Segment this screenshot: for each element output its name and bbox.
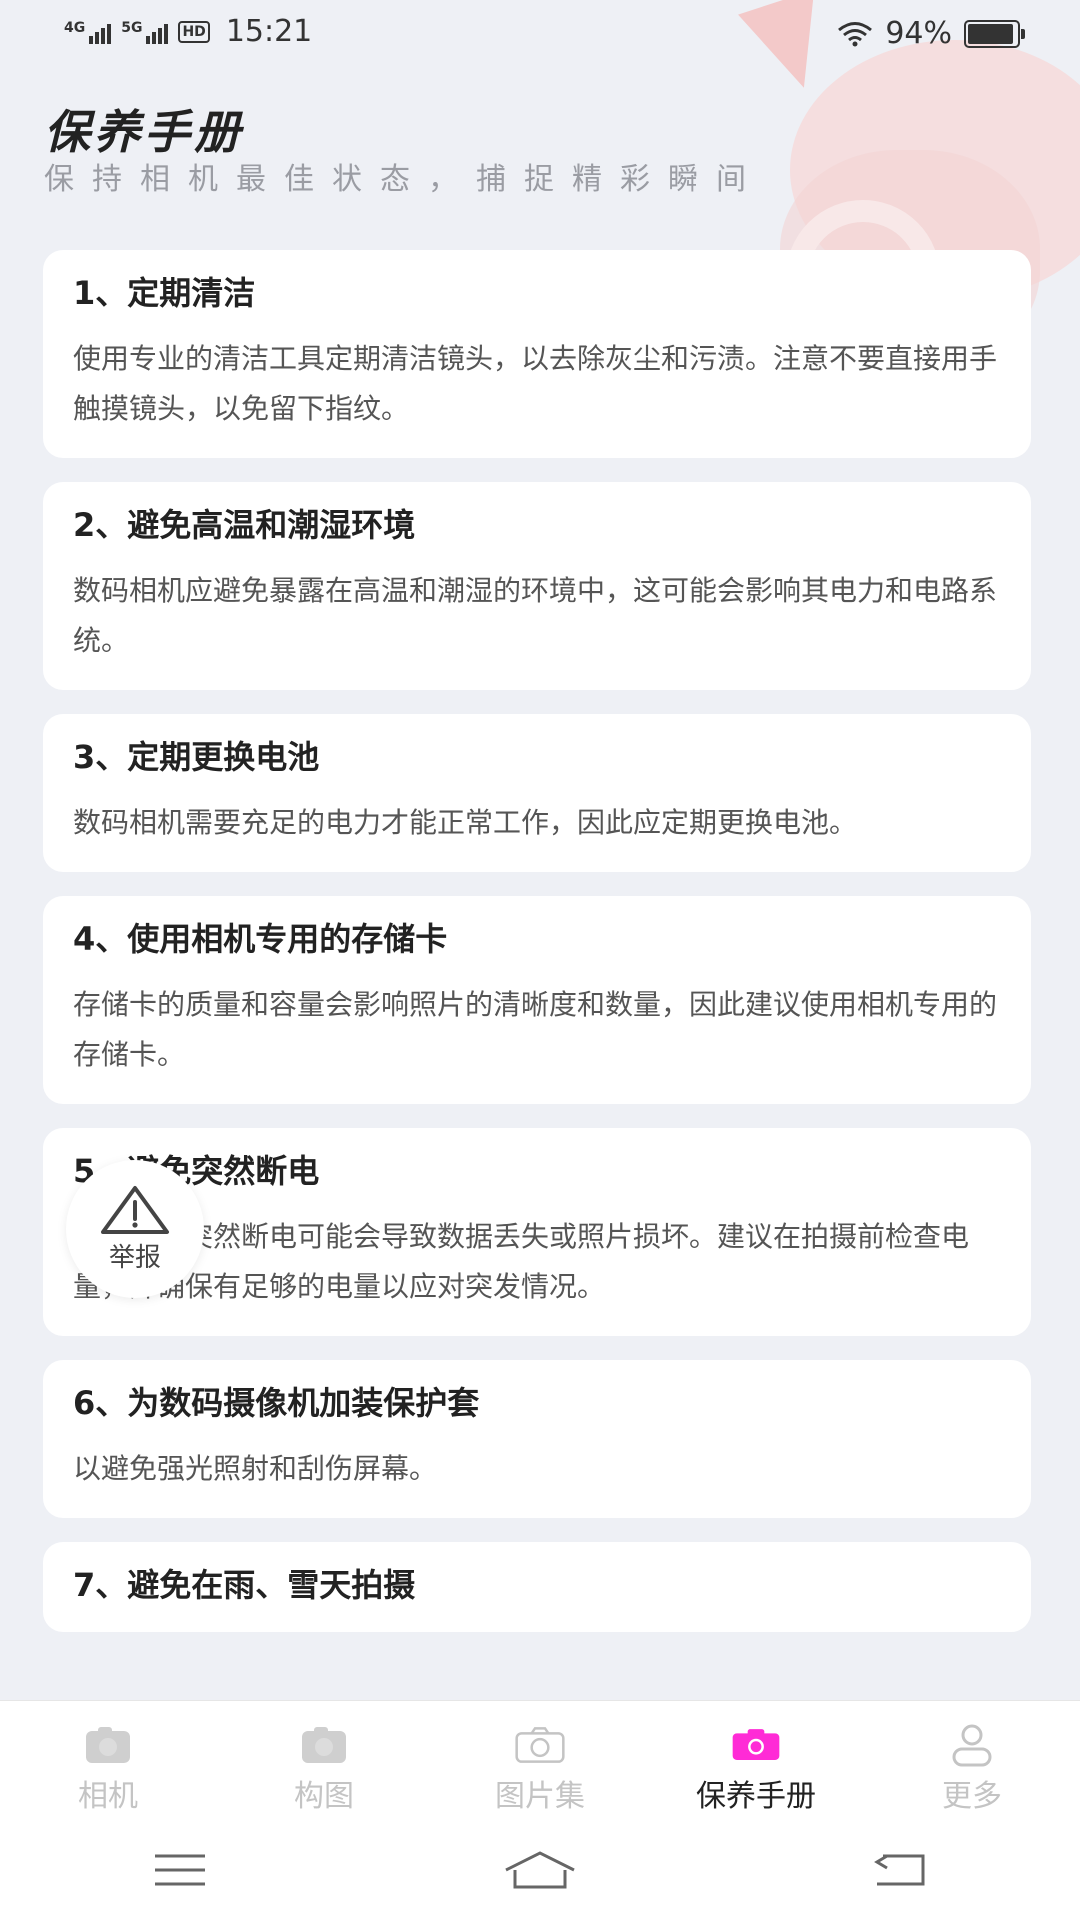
camera-outline-icon	[515, 1725, 565, 1765]
system-nav-bar	[0, 1820, 1080, 1920]
tip-body: 数码相机应避免暴露在高温和潮湿的环境中，这可能会影响其电力和电路系统。	[73, 574, 998, 657]
home-button[interactable]	[480, 1840, 600, 1900]
tip-title: 2、避免高温和潮湿环境	[73, 506, 416, 544]
menu-icon	[155, 1854, 205, 1886]
tip-title: 4、使用相机专用的存储卡	[73, 920, 448, 958]
hd-voice-icon: HD	[178, 20, 210, 43]
battery-percent: 94%	[885, 16, 952, 51]
home-icon	[505, 1851, 575, 1889]
tip-card[interactable]: 1、定期清洁 使用专业的清洁工具定期清洁镜头，以去除灰尘和污渍。注意不要直接用手…	[43, 250, 1031, 458]
tab-label: 构图	[294, 1779, 354, 1814]
report-button[interactable]: 举报	[66, 1160, 204, 1298]
tab-composition[interactable]: 构图	[216, 1701, 432, 1821]
tip-body: 以避免强光照射和刮伤屏幕。	[73, 1452, 438, 1485]
battery-fill	[968, 23, 1014, 44]
report-label: 举报	[108, 1242, 161, 1273]
tab-label: 图片集	[495, 1779, 585, 1814]
tip-body: 数码相机需要充足的电力才能正常工作，因此应定期更换电池。	[73, 806, 858, 839]
tab-camera[interactable]: 相机	[0, 1701, 216, 1821]
tip-body: 存储卡的质量和容量会影响照片的清晰度和数量，因此建议使用相机专用的存储卡。	[73, 988, 998, 1071]
camera-fill-icon	[83, 1725, 133, 1765]
signal-5g-icon: 5G	[121, 20, 169, 44]
bottom-tab-bar: 相机 构图 图片集 保养手册 更多	[0, 1700, 1080, 1821]
status-bar: 4G 5G HD 15:21 94%	[0, 0, 1080, 66]
tip-card[interactable]: 2、避免高温和潮湿环境 数码相机应避免暴露在高温和潮湿的环境中，这可能会影响其电…	[43, 482, 1031, 690]
tab-label: 相机	[78, 1779, 138, 1814]
tab-label: 保养手册	[696, 1779, 816, 1814]
tip-title: 3、定期更换电池	[73, 738, 320, 776]
tab-gallery[interactable]: 图片集	[432, 1701, 648, 1821]
camera-icon	[731, 1725, 781, 1765]
tip-card[interactable]: 6、为数码摄像机加装保护套 以避免强光照射和刮伤屏幕。	[43, 1360, 1031, 1518]
menu-button[interactable]	[120, 1840, 240, 1900]
tab-more[interactable]: 更多	[864, 1701, 1080, 1821]
tip-title: 6、为数码摄像机加装保护套	[73, 1384, 480, 1422]
tip-title: 5、避免突然断电	[73, 1152, 320, 1190]
back-button[interactable]	[840, 1840, 960, 1900]
tip-body: 在拍摄时突然断电可能会导致数据丢失或照片损坏。建议在拍摄前检查电量，并确保有足够…	[73, 1220, 970, 1303]
image-fill-icon	[299, 1725, 349, 1765]
user-icon	[947, 1724, 997, 1767]
tip-title: 7、避免在雨、雪天拍摄	[73, 1566, 416, 1604]
tip-card[interactable]: 3、定期更换电池 数码相机需要充足的电力才能正常工作，因此应定期更换电池。	[43, 714, 1031, 872]
page-subtitle: 保持相机最佳状态，捕捉精彩瞬间	[44, 162, 764, 197]
signal-4g-icon: 4G	[64, 20, 112, 44]
tip-body: 使用专业的清洁工具定期清洁镜头，以去除灰尘和污渍。注意不要直接用手触摸镜头，以免…	[73, 342, 998, 425]
warning-icon	[101, 1185, 169, 1234]
maintenance-tips-list: 1、定期清洁 使用专业的清洁工具定期清洁镜头，以去除灰尘和污渍。注意不要直接用手…	[43, 250, 1031, 1656]
clock: 15:21	[225, 14, 313, 49]
page-title: 保养手册	[44, 105, 244, 159]
battery-icon	[964, 19, 1025, 48]
tip-card[interactable]: 4、使用相机专用的存储卡 存储卡的质量和容量会影响照片的清晰度和数量，因此建议使…	[43, 896, 1031, 1104]
tip-title: 1、定期清洁	[73, 274, 256, 312]
back-icon	[874, 1854, 925, 1886]
tab-label: 更多	[942, 1779, 1002, 1814]
tab-maintenance[interactable]: 保养手册	[648, 1701, 864, 1821]
tip-card[interactable]: 7、避免在雨、雪天拍摄	[43, 1542, 1031, 1632]
wifi-icon	[838, 21, 873, 46]
